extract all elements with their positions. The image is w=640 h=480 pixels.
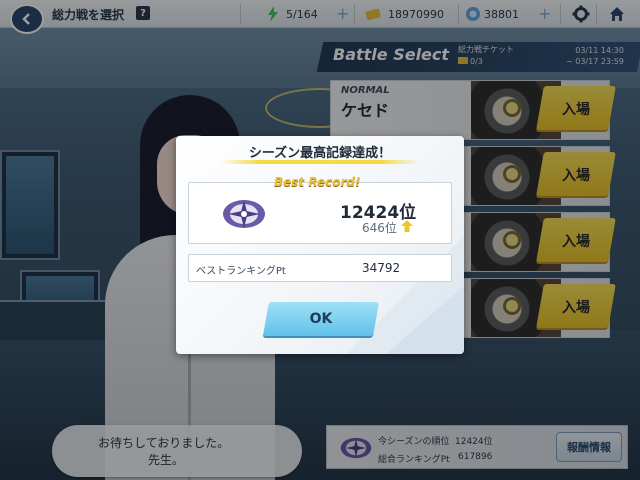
arrow-up-icon bbox=[401, 220, 413, 232]
best-pt-label: ベストランキングPt bbox=[196, 266, 286, 277]
title-underline bbox=[220, 160, 420, 164]
modal-title: シーズン最高記録達成！ bbox=[248, 146, 392, 161]
best-record-label: Best Record! bbox=[274, 175, 361, 189]
best-pt-value: 34792 bbox=[362, 261, 401, 275]
previous-rank: 646位 bbox=[362, 221, 397, 235]
ok-button-label: OK bbox=[309, 311, 333, 327]
rank-emblem-icon bbox=[223, 200, 265, 228]
